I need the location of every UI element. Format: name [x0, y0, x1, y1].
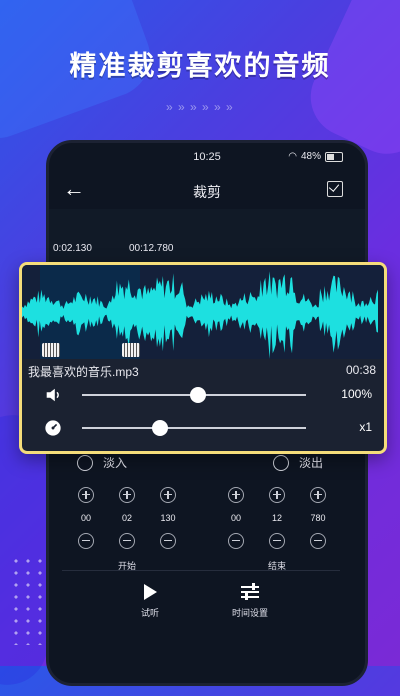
divider	[62, 570, 340, 571]
audio-edit-card: 我最喜欢的音乐.mp3 00:38 100% x1	[19, 262, 387, 454]
start-sec-minus-button[interactable]	[119, 533, 135, 549]
waveform-svg	[22, 265, 378, 359]
end-min-value: 00	[230, 513, 241, 523]
end-min-plus-button[interactable]	[228, 487, 244, 503]
start-trim-handle[interactable]	[42, 343, 60, 357]
time-settings-button[interactable]: 时间设置	[220, 583, 280, 619]
start-increment-row	[78, 487, 176, 503]
battery-percent: 48%	[300, 151, 321, 162]
start-time-values: 00 02 130	[78, 513, 176, 523]
start-sec-plus-button[interactable]	[119, 487, 135, 503]
start-ms-value: 130	[160, 513, 176, 523]
speed-value: x1	[359, 420, 372, 434]
end-increment-row	[228, 487, 326, 503]
start-min-minus-button[interactable]	[78, 533, 94, 549]
volume-slider-knob[interactable]	[190, 387, 207, 403]
top-bar: ← 裁剪	[49, 175, 365, 205]
start-min-value: 00	[80, 513, 91, 523]
end-sec-minus-button[interactable]	[269, 533, 285, 549]
volume-value: 100%	[341, 387, 372, 401]
start-min-plus-button[interactable]	[78, 487, 94, 503]
promo-banner-title: 精准裁剪喜欢的音频	[69, 51, 331, 81]
end-min-minus-button[interactable]	[228, 533, 244, 549]
status-bar: 10:25 ◠ 48%	[49, 147, 365, 165]
preview-label: 试听	[140, 608, 159, 618]
fade-in-option[interactable]: 淡入	[77, 454, 127, 471]
speed-slider-knob[interactable]	[152, 420, 169, 436]
start-ms-plus-button[interactable]	[160, 487, 176, 503]
chevron-decoration: » » » » » »	[166, 100, 234, 114]
status-indicators: ◠ 48%	[288, 151, 343, 162]
speed-slider[interactable]	[82, 420, 306, 436]
end-ms-minus-button[interactable]	[310, 533, 326, 549]
end-sec-value: 12	[271, 513, 282, 523]
fade-out-radio[interactable]	[273, 454, 289, 471]
start-sec-value: 02	[121, 513, 132, 523]
file-duration: 00:38	[345, 363, 376, 377]
page-title: 裁剪	[193, 184, 221, 200]
end-time-editor: 00 12 780 结束	[228, 487, 326, 571]
end-ms-value: 780	[310, 513, 326, 523]
volume-slider[interactable]	[82, 387, 306, 403]
sliders-icon	[241, 583, 259, 600]
fade-in-label: 淡入	[103, 456, 128, 470]
end-decrement-row	[228, 533, 326, 549]
battery-icon	[325, 151, 343, 162]
speed-row: x1	[22, 416, 384, 440]
start-marker-time: 0:02.130	[53, 243, 92, 254]
end-time-values: 00 12 780	[228, 513, 326, 523]
wifi-icon: ◠	[288, 151, 297, 162]
preview-button[interactable]: 试听	[120, 584, 180, 619]
file-name: 我最喜欢的音乐.mp3	[28, 365, 139, 379]
end-ms-plus-button[interactable]	[310, 487, 326, 503]
fade-out-option[interactable]: 淡出	[273, 454, 323, 471]
start-time-editor: 00 02 130 开始	[78, 487, 176, 571]
start-decrement-row	[78, 533, 176, 549]
fade-options: 淡入 淡出	[49, 454, 365, 472]
time-settings-label: 时间设置	[231, 608, 268, 618]
fade-out-label: 淡出	[299, 456, 324, 470]
end-marker-time: 00:12.780	[129, 243, 174, 254]
volume-row: 100%	[22, 383, 384, 407]
end-trim-handle[interactable]	[122, 343, 140, 357]
play-icon	[143, 584, 157, 600]
speedometer-icon	[45, 420, 61, 436]
confirm-check-icon[interactable]	[327, 181, 343, 197]
start-ms-minus-button[interactable]	[160, 533, 176, 549]
end-sec-plus-button[interactable]	[269, 487, 285, 503]
waveform[interactable]	[22, 265, 384, 359]
fade-in-radio[interactable]	[77, 454, 93, 471]
speaker-icon	[46, 388, 59, 402]
